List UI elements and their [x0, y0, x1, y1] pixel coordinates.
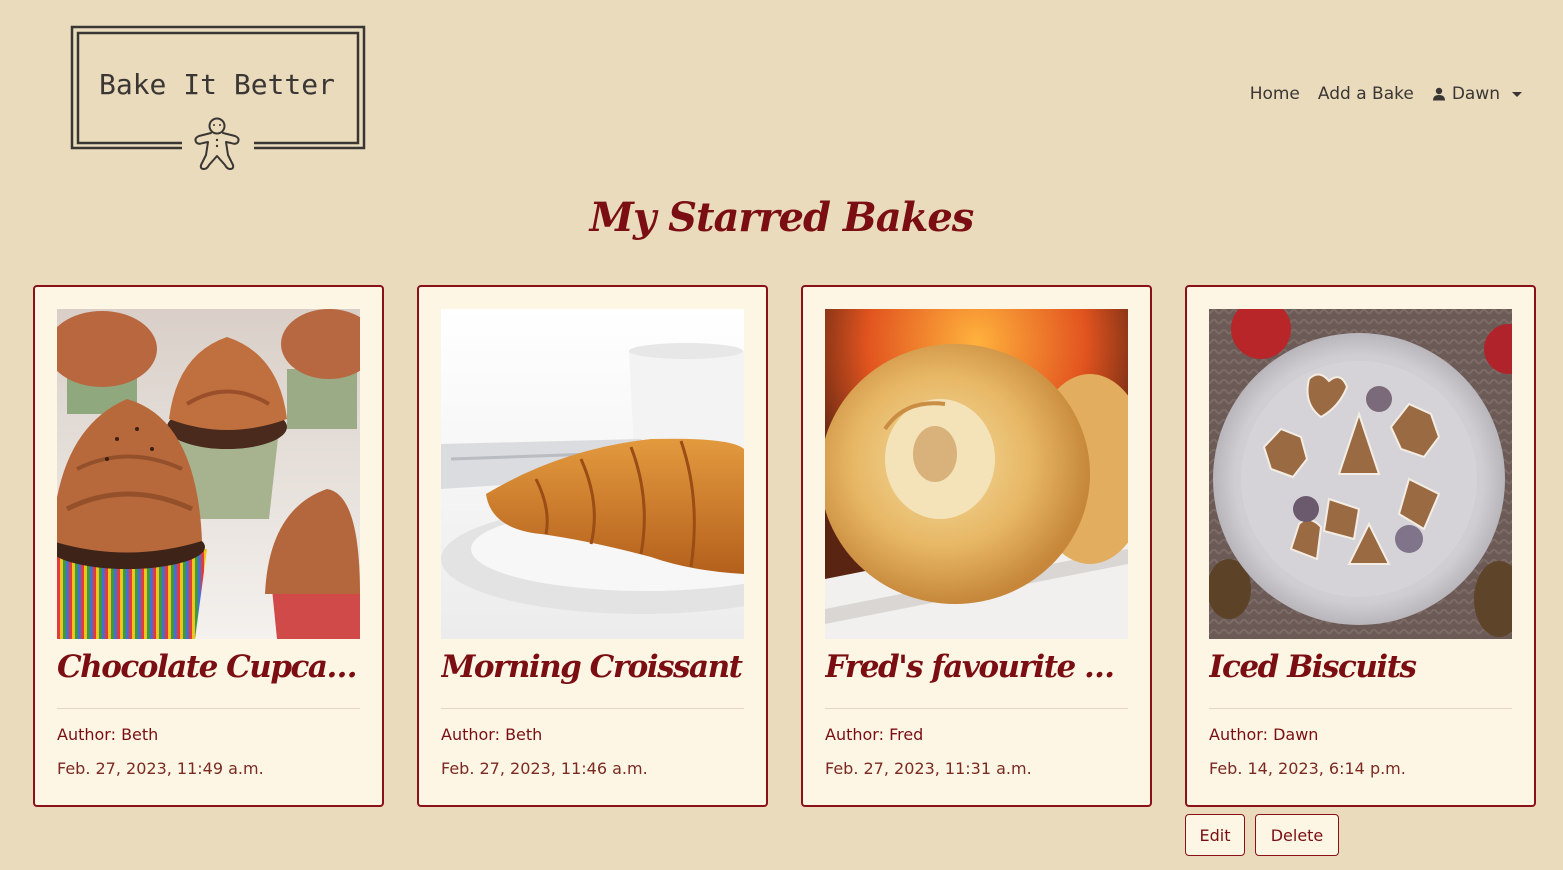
bake-author: Author: Beth [57, 725, 159, 744]
brand-name: Bake It Better [98, 68, 335, 101]
bake-image[interactable] [441, 309, 744, 639]
card-divider [441, 708, 744, 709]
bake-image[interactable] [1209, 309, 1512, 639]
bake-card[interactable]: Fred's favourite Yor... Author: Fred Feb… [801, 285, 1152, 807]
croissant-photo [441, 309, 744, 639]
gingerbread-man-icon [194, 117, 240, 170]
iced-biscuits-photo [1209, 309, 1512, 639]
card-divider [825, 708, 1128, 709]
bake-title-link[interactable]: Fred's favourite Yor... [825, 649, 1128, 685]
yorkshire-pudding-photo [825, 309, 1128, 639]
chocolate-cupcakes-photo [57, 309, 360, 639]
nav-home-link[interactable]: Home [1250, 84, 1300, 104]
bake-image[interactable] [825, 309, 1128, 639]
person-icon [1432, 87, 1445, 101]
bake-author: Author: Dawn [1209, 725, 1319, 744]
page-title: My Starred Bakes [589, 194, 975, 241]
bake-image[interactable] [57, 309, 360, 639]
bake-date: Feb. 27, 2023, 11:49 a.m. [57, 759, 264, 778]
card-divider [1209, 708, 1512, 709]
bake-date: Feb. 14, 2023, 6:14 p.m. [1209, 759, 1406, 778]
bake-author: Author: Beth [441, 725, 543, 744]
bake-card[interactable]: Iced Biscuits Author: Dawn Feb. 14, 2023… [1185, 285, 1536, 807]
chevron-down-icon [1512, 91, 1522, 97]
bake-card[interactable]: Morning Croissant Author: Beth Feb. 27, … [417, 285, 768, 807]
bake-title-link[interactable]: Chocolate Cupcakes [57, 649, 360, 685]
brand-logo[interactable]: Bake It Better [70, 25, 366, 173]
bake-author: Author: Fred [825, 725, 924, 744]
bake-date: Feb. 27, 2023, 11:31 a.m. [825, 759, 1032, 778]
bake-title-link[interactable]: Iced Biscuits [1209, 649, 1512, 685]
delete-button[interactable]: Delete [1255, 814, 1339, 856]
card-divider [57, 708, 360, 709]
bake-title-link[interactable]: Morning Croissant [441, 649, 744, 685]
user-menu-dropdown[interactable]: Dawn [1432, 84, 1522, 104]
user-name: Dawn [1451, 84, 1500, 104]
bake-card[interactable]: Chocolate Cupcakes Author: Beth Feb. 27,… [33, 285, 384, 807]
bake-date: Feb. 27, 2023, 11:46 a.m. [441, 759, 648, 778]
nav-add-bake-link[interactable]: Add a Bake [1318, 84, 1414, 104]
main-nav: Home Add a Bake Dawn [1250, 84, 1522, 104]
edit-button[interactable]: Edit [1185, 814, 1245, 856]
